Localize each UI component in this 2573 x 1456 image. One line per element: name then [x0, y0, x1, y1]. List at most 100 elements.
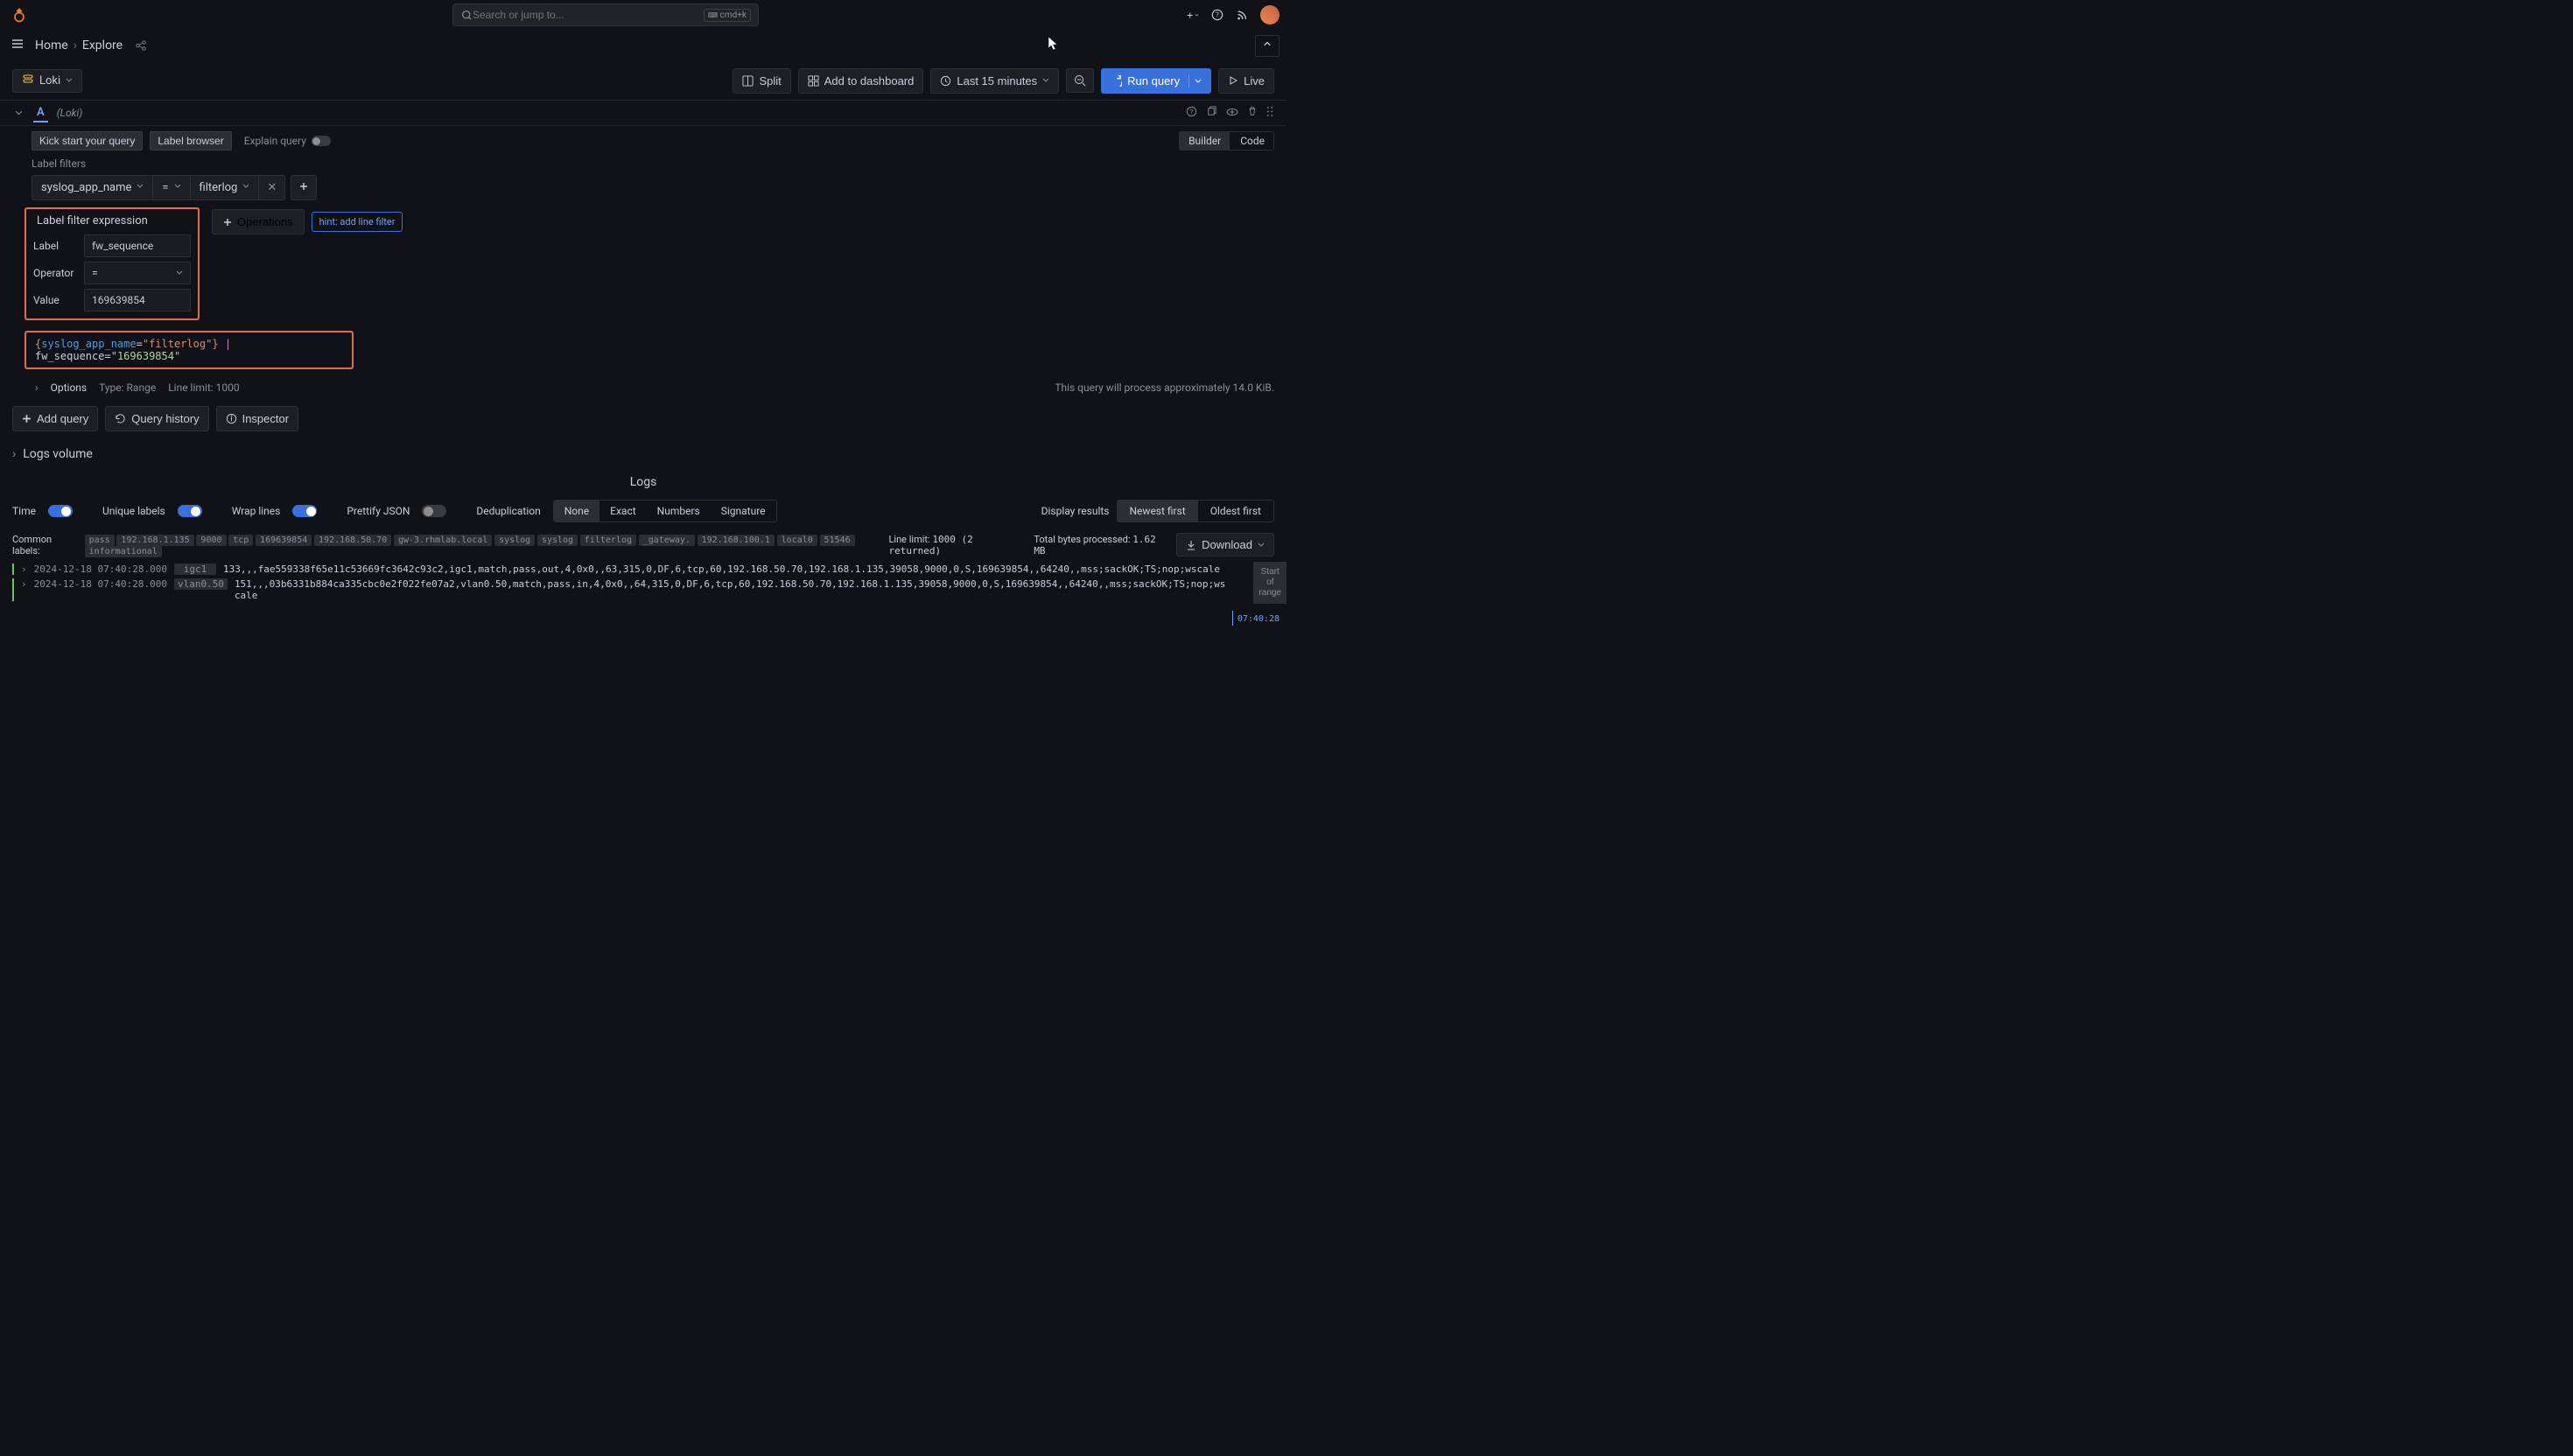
label-pill: 51546	[820, 535, 855, 546]
split-button[interactable]: Split	[733, 68, 790, 94]
share-icon[interactable]	[135, 39, 147, 52]
options-chevron-icon[interactable]: ›	[35, 382, 39, 394]
log-source-label: igc1	[174, 564, 216, 575]
expr-op-select[interactable]: =	[84, 262, 191, 284]
label-browser-button[interactable]: Label browser	[150, 131, 231, 150]
explain-query-toggle[interactable]	[312, 136, 331, 146]
grafana-logo-icon[interactable]	[11, 6, 28, 24]
query-letter[interactable]: A	[33, 104, 48, 122]
ctrl-dedup-label: Deduplication	[476, 505, 540, 517]
label-pill: 192.168.1.135	[116, 535, 193, 546]
log-line[interactable]: ›2024-12-18 07:40:28.000igc1133,,,fae559…	[12, 562, 1274, 577]
kick-start-button[interactable]: Kick start your query	[32, 131, 143, 150]
query-text-display: {syslog_app_name="filterlog"} | fw_seque…	[25, 331, 354, 369]
common-labels-list: pass 192.168.1.135 9000 tcp 169639854 19…	[85, 534, 882, 556]
filter-value-select[interactable]: filterlog	[191, 176, 260, 200]
query-source: (Loki)	[57, 107, 83, 119]
log-message: 133,,,fae559338f65e11c53669fc3642c93c2,i…	[223, 564, 1274, 575]
label-pill: gw-3.rhmlab.local	[394, 535, 492, 546]
log-line[interactable]: ›2024-12-18 07:40:28.000vlan0.50151,,,03…	[12, 577, 1274, 603]
add-to-dashboard-button[interactable]: Add to dashboard	[798, 68, 924, 94]
toggle-query-icon[interactable]	[1226, 106, 1238, 121]
collapse-panel-icon[interactable]	[1255, 35, 1279, 57]
ctrl-unique-label: Unique labels	[102, 505, 165, 517]
explain-query-label: Explain query	[244, 135, 306, 147]
inspector-button[interactable]: Inspector	[216, 406, 298, 431]
global-search[interactable]: ⌨ cmd+k	[452, 4, 759, 26]
search-shortcut: ⌨ cmd+k	[704, 9, 751, 22]
label-pill: 9000	[196, 535, 226, 546]
expr-label-input[interactable]: fw_sequence	[84, 234, 191, 257]
operations-button[interactable]: Operations	[212, 209, 305, 234]
search-input[interactable]	[473, 9, 704, 21]
hint-add-line-filter[interactable]: hint: add line filter	[312, 212, 403, 232]
log-expand-icon[interactable]: ›	[21, 578, 27, 590]
zoom-out-button[interactable]	[1066, 68, 1094, 93]
log-source-label: vlan0.50	[174, 578, 228, 590]
unique-labels-toggle[interactable]	[178, 505, 202, 517]
sort-oldest[interactable]: Oldest first	[1198, 500, 1273, 522]
wrap-lines-toggle[interactable]	[292, 505, 317, 517]
dedup-numbers[interactable]: Numbers	[647, 500, 711, 522]
breadcrumb: Home › Explore	[35, 38, 123, 52]
dedup-none[interactable]: None	[554, 500, 599, 522]
logs-panel-title: Logs	[0, 470, 1286, 494]
ctrl-time-label: Time	[12, 505, 36, 517]
line-limit-label: Line limit: 1000 (2 returned)	[889, 534, 1019, 556]
filter-label-select[interactable]: syslog_app_name	[32, 176, 153, 200]
user-avatar[interactable]	[1260, 5, 1279, 24]
run-query-button[interactable]: Run query	[1101, 68, 1211, 94]
label-pill: 192.168.50.70	[314, 535, 391, 546]
breadcrumb-home[interactable]: Home	[35, 38, 68, 52]
logs-volume-chevron-icon[interactable]: ›	[12, 447, 16, 461]
logs-volume-title[interactable]: Logs volume	[23, 447, 93, 461]
label-pill: informational	[85, 546, 162, 557]
query-help-icon[interactable]: ?	[1186, 106, 1197, 121]
add-filter-button[interactable]	[291, 175, 317, 200]
time-toggle[interactable]	[48, 505, 73, 517]
label-pill: 192.168.100.1	[698, 535, 775, 546]
log-expand-icon[interactable]: ›	[21, 564, 27, 575]
query-process-info: This query will process approximately 14…	[1055, 382, 1274, 394]
prettify-json-toggle[interactable]	[422, 505, 446, 517]
drag-handle-icon[interactable]	[1266, 106, 1274, 121]
delete-query-icon[interactable]	[1247, 106, 1258, 121]
label-pill: syslog	[537, 535, 578, 546]
log-table: Startofrange 07:40:28 ›2024-12-18 07:40:…	[0, 562, 1286, 603]
label-pill: 169639854	[256, 535, 312, 546]
search-icon	[460, 9, 473, 21]
range-marker: Startofrange	[1253, 562, 1286, 604]
dedup-signature[interactable]: Signature	[711, 500, 776, 522]
datasource-picker[interactable]: Loki	[12, 69, 82, 93]
mode-code-tab[interactable]: Code	[1231, 132, 1273, 150]
query-row-chevron-icon[interactable]	[12, 107, 25, 119]
ctrl-prettify-label: Prettify JSON	[347, 505, 410, 517]
news-icon[interactable]	[1236, 9, 1248, 21]
options-label[interactable]: Options	[51, 382, 88, 394]
copy-query-icon[interactable]	[1206, 106, 1217, 121]
breadcrumb-explore[interactable]: Explore	[82, 38, 123, 52]
expr-label-lbl: Label	[33, 240, 84, 252]
expr-title: Label filter expression	[33, 214, 191, 228]
add-query-button[interactable]: Add query	[12, 406, 98, 431]
timeline-tick: 07:40:28	[1237, 614, 1279, 624]
expr-value-input[interactable]: 169639854	[84, 289, 191, 312]
query-history-button[interactable]: Query history	[105, 406, 208, 431]
filter-remove-button[interactable]: ✕	[259, 176, 284, 200]
live-button[interactable]: Live	[1218, 68, 1274, 94]
dedup-exact[interactable]: Exact	[599, 500, 647, 522]
sort-newest[interactable]: Newest first	[1118, 500, 1198, 522]
download-button[interactable]: Download	[1176, 533, 1274, 556]
help-icon[interactable]: ?	[1211, 9, 1223, 21]
timerange-button[interactable]: Last 15 minutes	[930, 68, 1059, 94]
expr-value-lbl: Value	[33, 294, 84, 306]
svg-text:?: ?	[1190, 108, 1194, 116]
mode-builder-tab[interactable]: Builder	[1180, 132, 1230, 150]
add-icon[interactable]	[1187, 9, 1199, 21]
label-pill: filterlog	[580, 535, 636, 546]
run-query-dropdown-icon[interactable]	[1188, 74, 1202, 88]
filter-op-select[interactable]: =	[153, 176, 190, 200]
datasource-name: Loki	[39, 74, 60, 88]
menu-toggle-icon[interactable]	[7, 33, 28, 58]
common-labels-label: Common labels:	[12, 534, 78, 556]
